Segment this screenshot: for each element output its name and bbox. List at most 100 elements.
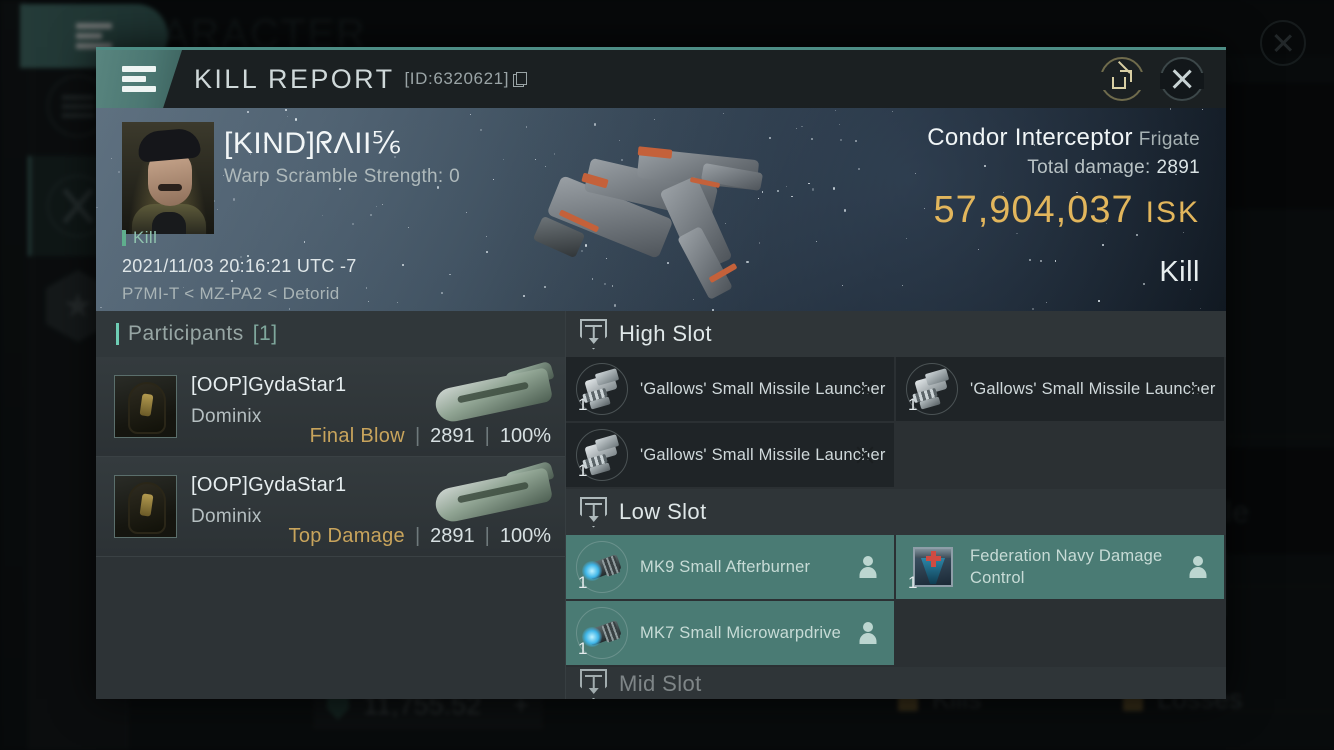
slot-shield-icon xyxy=(580,318,607,350)
participant-ship-thumbnail xyxy=(429,460,557,529)
person-icon xyxy=(1190,556,1206,578)
ship-name-text: Condor Interceptor xyxy=(927,124,1133,151)
low-slot-header: Low Slot xyxy=(566,489,1226,535)
participant-damage: 2891 xyxy=(430,425,475,447)
kill-location: P7MI-T < MZ-PA2 < Detorid xyxy=(122,284,340,303)
separator: | xyxy=(484,525,490,547)
module-name: 'Gallows' Small Missile Launcher xyxy=(640,446,886,464)
low-slot-grid: 1 MK9 Small Afterburner 1 Federation Nav… xyxy=(566,535,1226,667)
mid-slot-header-partial: Mid Slot xyxy=(566,667,1226,699)
participant-stats: Top Damage | 2891 | 100% xyxy=(289,525,551,548)
participant-badge: Final Blow xyxy=(309,425,405,447)
participant-row[interactable]: [OOP]GydaStar1 Dominix Top Damage | 2891… xyxy=(96,457,565,557)
module-slot-empty xyxy=(896,423,1226,489)
avatar xyxy=(114,475,177,538)
missile-launcher-icon: 1 xyxy=(904,361,960,417)
low-slot-title: Low Slot xyxy=(619,499,707,524)
module-item[interactable]: 1 MK9 Small Afterburner xyxy=(566,535,896,601)
module-item[interactable]: 1 MK7 Small Microwarpdrive xyxy=(566,601,896,667)
high-slot-header: High Slot xyxy=(566,311,1226,357)
x-icon xyxy=(854,444,876,466)
kill-report-modal: KILL REPORT [ID:6320621] [KIND]ᖇΛII⅚ War… xyxy=(96,47,1226,699)
fitting-panel: High Slot 1 'Gallows' Small Missile Laun… xyxy=(566,311,1226,699)
participant-name: [OOP]GydaStar1 xyxy=(191,374,347,396)
modal-titlebar: KILL REPORT [ID:6320621] xyxy=(96,50,1226,108)
avatar xyxy=(114,375,177,438)
share-button[interactable] xyxy=(1100,57,1144,101)
module-quantity: 1 xyxy=(908,395,918,414)
participant-ship-thumbnail xyxy=(429,360,557,429)
warp-scramble-strength: Warp Scramble Strength: 0 xyxy=(224,166,460,187)
mid-slot-title: Mid Slot xyxy=(619,671,702,696)
damage-control-icon: 1 xyxy=(904,539,960,595)
participant-percent: 100% xyxy=(499,525,551,547)
participant-name: [OOP]GydaStar1 xyxy=(191,474,347,496)
kill-report-body: Participants [1] [OOP]GydaStar1 Dominix … xyxy=(96,311,1226,699)
participant-percent: 100% xyxy=(499,425,551,447)
participants-panel: Participants [1] [OOP]GydaStar1 Dominix … xyxy=(96,311,566,699)
module-quantity: 1 xyxy=(578,461,588,480)
x-icon xyxy=(854,378,876,400)
kill-timestamp: 2021/11/03 20:16:21 UTC -7 xyxy=(122,256,357,276)
victim-portrait xyxy=(122,122,214,234)
microwarpdrive-icon: 1 xyxy=(574,605,630,661)
module-item[interactable]: 1 'Gallows' Small Missile Launcher xyxy=(896,357,1226,423)
person-icon xyxy=(860,556,876,578)
victim-ship-info: Condor Interceptor Frigate Total damage: 2… xyxy=(927,124,1200,289)
total-damage-value: 2891 xyxy=(1156,157,1200,178)
victim-ship-render xyxy=(526,120,856,301)
isk-value-row: 57,904,037 ISK xyxy=(927,189,1200,232)
module-state xyxy=(860,556,876,578)
module-state xyxy=(854,444,876,466)
background-close-icon xyxy=(1260,20,1306,66)
module-name: 'Gallows' Small Missile Launcher xyxy=(640,380,886,398)
participants-label: Participants xyxy=(128,322,244,345)
module-item[interactable]: 1 'Gallows' Small Missile Launcher xyxy=(566,423,896,489)
high-slot-title: High Slot xyxy=(619,321,712,346)
participant-row[interactable]: [OOP]GydaStar1 Dominix Final Blow | 2891… xyxy=(96,357,565,457)
total-damage: Total damage: 2891 xyxy=(927,157,1200,179)
ship-class-text: Frigate xyxy=(1138,129,1200,150)
module-state xyxy=(860,622,876,644)
close-icon xyxy=(1170,67,1194,91)
person-icon xyxy=(860,622,876,644)
slot-shield-icon xyxy=(580,496,607,528)
modal-title: KILL REPORT xyxy=(194,63,395,94)
participants-count: [1] xyxy=(252,322,278,345)
missile-launcher-icon: 1 xyxy=(574,427,630,483)
status-badge: Kill xyxy=(122,228,157,248)
participants-header: Participants [1] xyxy=(96,311,565,357)
module-state xyxy=(1190,556,1206,578)
module-item[interactable]: 1 Federation Navy Damage Control xyxy=(896,535,1226,601)
separator: | xyxy=(414,525,421,547)
missile-launcher-icon: 1 xyxy=(574,361,630,417)
separator: | xyxy=(414,425,421,447)
module-quantity: 1 xyxy=(578,573,588,592)
participant-ship: Dominix xyxy=(191,506,262,527)
module-quantity: 1 xyxy=(908,573,918,592)
isk-value: 57,904,037 xyxy=(933,189,1134,231)
kill-result-word: Kill xyxy=(1159,256,1200,288)
separator: | xyxy=(484,425,490,447)
participant-damage: 2891 xyxy=(430,525,475,547)
hamburger-menu-icon xyxy=(122,62,156,96)
close-button[interactable] xyxy=(1160,57,1204,101)
afterburner-icon: 1 xyxy=(574,539,630,595)
module-item[interactable]: 1 'Gallows' Small Missile Launcher xyxy=(566,357,896,423)
modal-actions xyxy=(1100,57,1226,101)
kill-report-id-text: [ID:6320621] xyxy=(404,69,510,88)
victim-name: [KIND]ᖇΛII⅚ xyxy=(224,127,402,160)
module-name: 'Gallows' Small Missile Launcher xyxy=(970,380,1216,398)
module-quantity: 1 xyxy=(578,639,588,658)
external-link-icon xyxy=(1112,60,1132,89)
module-slot-empty xyxy=(896,601,1226,667)
high-slot-grid: 1 'Gallows' Small Missile Launcher 1 'Ga… xyxy=(566,357,1226,489)
modal-menu-button[interactable] xyxy=(96,50,182,108)
module-state xyxy=(854,378,876,400)
participant-badge: Top Damage xyxy=(288,525,405,547)
module-name: MK9 Small Afterburner xyxy=(640,558,811,576)
copy-icon[interactable] xyxy=(513,71,528,87)
kill-banner: [KIND]ᖇΛII⅚ Warp Scramble Strength: 0 Ki… xyxy=(96,108,1226,311)
x-icon xyxy=(1184,378,1206,400)
module-state xyxy=(1184,378,1206,400)
